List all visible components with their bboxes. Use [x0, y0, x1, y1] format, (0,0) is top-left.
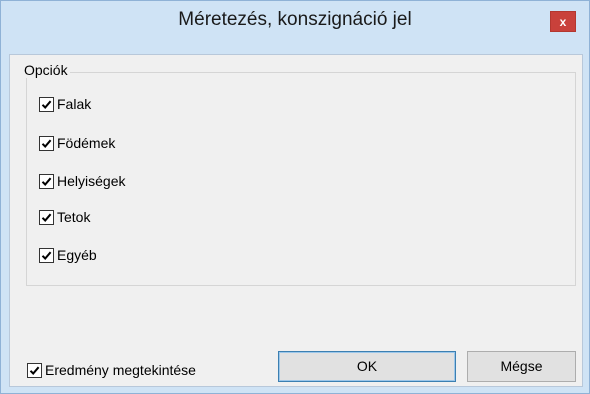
checkbox-label: Eredmény megtekintése — [45, 362, 196, 378]
cancel-button[interactable]: Mégse — [467, 351, 576, 382]
checkbox-falak[interactable]: Falak — [39, 94, 91, 114]
options-group-label: Opciók — [22, 62, 70, 78]
title-bar[interactable]: Méretezés, konszignáció jel x — [1, 1, 589, 39]
dialog-client-area: Opciók Falak Födémek Helyiségek Tetok Eg… — [9, 54, 583, 387]
checkbox-label: Egyéb — [57, 247, 97, 263]
close-icon: x — [559, 15, 567, 29]
checkbox-checked-icon[interactable] — [39, 247, 54, 263]
checkbox-label: Helyiségek — [57, 173, 126, 189]
checkbox-checked-icon[interactable] — [39, 96, 54, 112]
checkbox-checked-icon[interactable] — [39, 209, 54, 225]
checkbox-checked-icon[interactable] — [39, 135, 54, 151]
checkbox-label: Falak — [57, 96, 92, 112]
window-title: Méretezés, konszignáció jel — [178, 9, 412, 30]
checkbox-label: Födémek — [57, 135, 116, 151]
checkbox-egyeb[interactable]: Egyéb — [39, 245, 97, 265]
checkbox-label: Tetok — [57, 209, 91, 225]
checkbox-fodemek[interactable]: Födémek — [39, 133, 115, 153]
dialog-window: Méretezés, konszignáció jel x Opciók Fal… — [0, 0, 590, 394]
ok-button[interactable]: OK — [278, 351, 456, 382]
checkbox-checked-icon[interactable] — [27, 362, 42, 378]
checkbox-helyisegek[interactable]: Helyiségek — [39, 171, 125, 191]
checkbox-checked-icon[interactable] — [39, 173, 54, 189]
checkbox-eredmeny-megtekintese[interactable]: Eredmény megtekintése — [27, 360, 196, 380]
checkbox-tetok[interactable]: Tetok — [39, 207, 90, 227]
close-button[interactable]: x — [550, 11, 576, 32]
